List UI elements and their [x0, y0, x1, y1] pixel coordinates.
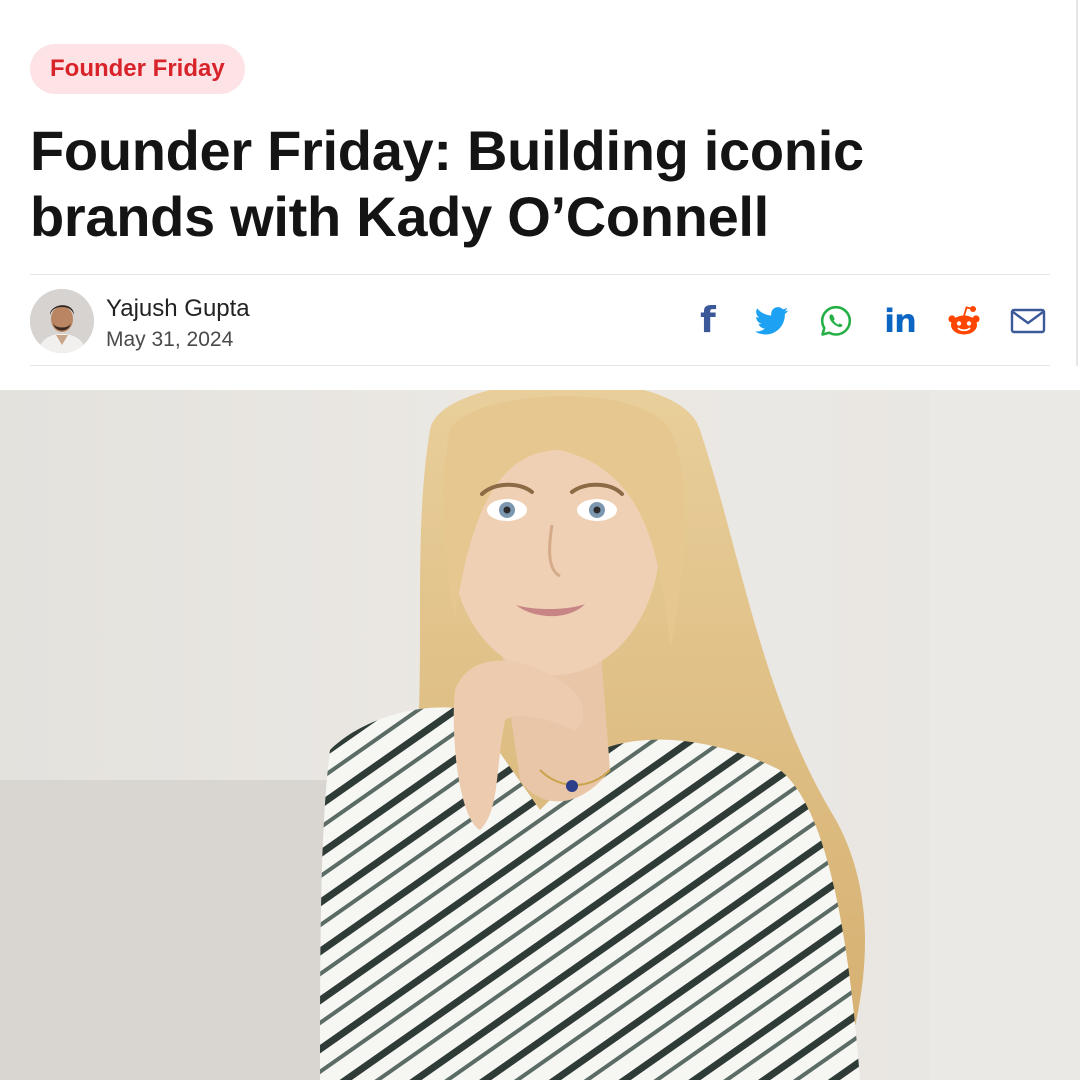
divider [30, 274, 1050, 275]
twitter-icon [755, 307, 789, 335]
reddit-icon [948, 306, 980, 335]
mail-icon [1010, 308, 1046, 334]
article-headline: Founder Friday: Building iconic brands w… [30, 119, 864, 248]
category-tag[interactable]: Founder Friday [30, 44, 245, 94]
author-name[interactable]: Yajush Gupta [106, 295, 250, 323]
share-facebook-button[interactable]: f [686, 299, 730, 343]
publish-date: May 31, 2024 [106, 328, 234, 351]
facebook-icon: f [700, 300, 716, 341]
article-page: Founder Friday Founder Friday: Building … [0, 0, 1080, 1080]
author-avatar[interactable] [30, 289, 94, 353]
share-bar: f in [666, 299, 1050, 343]
share-whatsapp-button[interactable] [814, 299, 858, 343]
linkedin-icon: in [884, 302, 917, 340]
share-reddit-button[interactable] [942, 299, 986, 343]
share-twitter-button[interactable] [750, 299, 794, 343]
share-email-button[interactable] [1006, 299, 1050, 343]
hero-image [0, 390, 1080, 1080]
share-linkedin-button[interactable]: in [878, 299, 922, 343]
scrollbar-track [1076, 0, 1078, 366]
divider [30, 365, 1050, 366]
byline: Yajush Gupta May 31, 2024 f in [30, 289, 1050, 353]
whatsapp-icon [820, 305, 852, 336]
